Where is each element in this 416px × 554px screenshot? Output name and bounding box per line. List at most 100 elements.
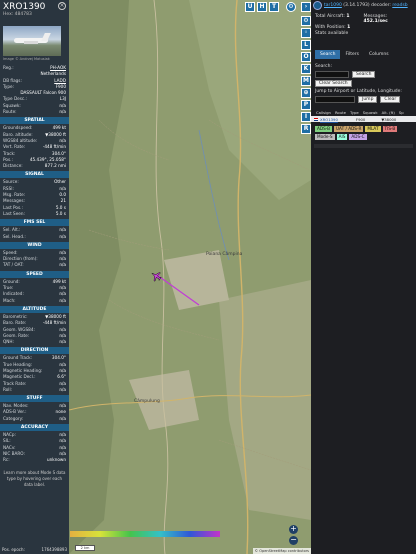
stuff-row: Category: n/a [0, 416, 69, 422]
tab-filters[interactable]: Filters [340, 50, 364, 59]
speed-row-value: n/a [59, 297, 66, 303]
col-callsign[interactable]: Callsign [314, 110, 333, 115]
town-label-1: Poiana Câmpina [206, 250, 243, 257]
speed-section-title: SPEED [0, 270, 69, 278]
signal-row: Last Seen: 5.0 s [0, 211, 69, 217]
stuff-row-value: n/a [59, 415, 66, 421]
panel-header: tar1090 (3.14.1793) decoder: readsb [311, 0, 416, 11]
signal-section-title: SIGNAL [0, 171, 69, 179]
source-chip: Mode-S [315, 134, 335, 140]
rows_top-row: Route: n/a [0, 109, 69, 115]
source-chip: TIS-B [382, 126, 398, 132]
close-icon[interactable]: × [58, 2, 66, 10]
map-canvas: Poiana Câmpina Câmpulung [69, 0, 311, 554]
tab-columns[interactable]: Columns [364, 50, 394, 59]
table-footer-bar [314, 144, 413, 148]
app-logo-icon [313, 1, 322, 10]
map-button-pin[interactable]: ◦ [301, 28, 311, 38]
hex-label: Hex: 484783 [3, 12, 32, 17]
aircraft-table: Callsign Route Type Squawk Alt. (ft) Sp … [311, 109, 416, 122]
info-header: XRO1390 Hex: 484783 × [0, 0, 69, 22]
direction-row-label: Roll: [3, 386, 13, 392]
altitude-row-label: QNH: [3, 339, 14, 345]
app-link[interactable]: tar1090 [324, 3, 342, 8]
stats-link[interactable]: Stats available [315, 31, 364, 36]
zoom-out-button[interactable]: − [289, 536, 298, 545]
wind-section-title: WIND [0, 241, 69, 249]
photo-credit: Image © Andrzej Matusiak [3, 57, 50, 61]
rows_top-row-label: Reg.: [3, 65, 14, 70]
altitude-section-title: ALTITUDE [0, 305, 69, 313]
map-button-u[interactable]: U [245, 2, 255, 12]
row-type: F900 [355, 116, 366, 122]
tar1090-window: XRO1390 Hex: 484783 × Image © Andrzej Ma… [0, 0, 416, 554]
source-legend: ADS-B UAT / ADS-R MLAT TIS-B Mode-S AIS ADS-C [311, 122, 411, 140]
map-side-toolbar: › ⚙ ◦ L O K M ⊕ P I R [300, 0, 311, 554]
messages-rate: Messages: 452.1/sec [363, 14, 388, 24]
map-button-i[interactable]: I [301, 112, 311, 122]
map-button-t[interactable]: T [269, 2, 279, 12]
direction-row: Roll: n/a [0, 387, 69, 393]
map-button-h[interactable]: H [257, 2, 267, 12]
aircraft-photo[interactable] [3, 26, 61, 56]
gradient-legend [70, 531, 220, 537]
stuff-section-title: STUFF [0, 395, 69, 403]
clear-button[interactable]: Clear [380, 96, 401, 103]
map-button-m[interactable]: M [301, 76, 311, 86]
jump-input[interactable] [315, 96, 355, 103]
wind-row-value: n/a [59, 262, 66, 268]
source-chip: UAT / ADS-R [333, 126, 364, 132]
signal-row-value: 5.0 s [55, 210, 66, 216]
map-button-o[interactable]: O [301, 52, 311, 62]
stats-block: Total Aircraft: 1 Messages: 452.1/sec Wit… [311, 11, 416, 36]
direction-section-title: DIRECTION [0, 347, 69, 355]
col-altitude[interactable]: Alt. (ft) [380, 110, 397, 115]
rows_top-row-value: n/a [59, 109, 66, 115]
fms-section-title: FMS SEL [0, 219, 69, 227]
col-route[interactable]: Route [333, 110, 348, 115]
photo-plane-wing [24, 41, 38, 44]
search-box: Search: Search Clear Search Jump to Airp… [311, 59, 416, 103]
source-chip: AIS [336, 134, 348, 140]
row-callsign[interactable]: XRO1390 [318, 117, 340, 122]
with-position: With Position: 1 [315, 25, 351, 30]
spatial-section-title: SPATIAL [0, 117, 69, 125]
toggle-sidebar-icon[interactable]: › [301, 2, 311, 12]
settings-icon[interactable]: ⚙ [301, 16, 311, 26]
callsign-title: XRO1390 [3, 2, 46, 12]
row-altitude: ▼38000 [381, 116, 397, 122]
col-squawk[interactable]: Squawk [361, 110, 380, 115]
direction-row-value: n/a [59, 386, 66, 392]
col-type[interactable]: Type [348, 110, 361, 115]
search-button[interactable]: Search [352, 71, 376, 78]
rows_top-row-label: Route: [3, 109, 17, 115]
total-aircraft: Total Aircraft: 1 [315, 14, 350, 19]
pos-epoch-value: 1764398893 [41, 547, 67, 552]
town-label-2: Câmpulung [134, 397, 160, 404]
search-input[interactable] [315, 71, 349, 78]
altitude-row-value: n/a [59, 339, 66, 345]
source-chip: ADS-C [349, 134, 367, 140]
source-chip: ADS-B [315, 126, 332, 132]
decoder-link[interactable]: readsb [392, 3, 407, 8]
map-button-l[interactable]: L [301, 40, 311, 50]
settings-gear-icon[interactable]: ⚙ [286, 2, 296, 12]
col-speed[interactable]: Sp [397, 110, 406, 115]
spatial-row-value: 877.2 nmi [44, 163, 66, 169]
map-button-target[interactable]: ⊕ [301, 88, 311, 98]
panel-tabs: Search Filters Columns [315, 50, 416, 59]
map-button-k[interactable]: K [301, 64, 311, 74]
wind-row: TAT / OAT: n/a [0, 262, 69, 268]
table-header: Callsign Route Type Squawk Alt. (ft) Sp [311, 109, 416, 116]
zoom-in-button[interactable]: + [289, 525, 298, 534]
map-button-p[interactable]: P [301, 100, 311, 110]
clear-search-button[interactable]: Clear Search [315, 80, 352, 87]
fms-row: Sel. Head.: n/a [0, 234, 69, 240]
spatial-row-label: Distance: [3, 163, 23, 169]
jump-button[interactable]: Jump [358, 96, 378, 103]
map-view[interactable]: Poiana Câmpina Câmpulung U H T ⚙ + − 2 k… [69, 0, 311, 554]
speed-row-label: Mach: [3, 297, 16, 303]
tab-search[interactable]: Search [315, 50, 341, 59]
map-button-r[interactable]: R [301, 124, 311, 134]
version-text: (3.14.1793) decoder: [343, 3, 391, 8]
